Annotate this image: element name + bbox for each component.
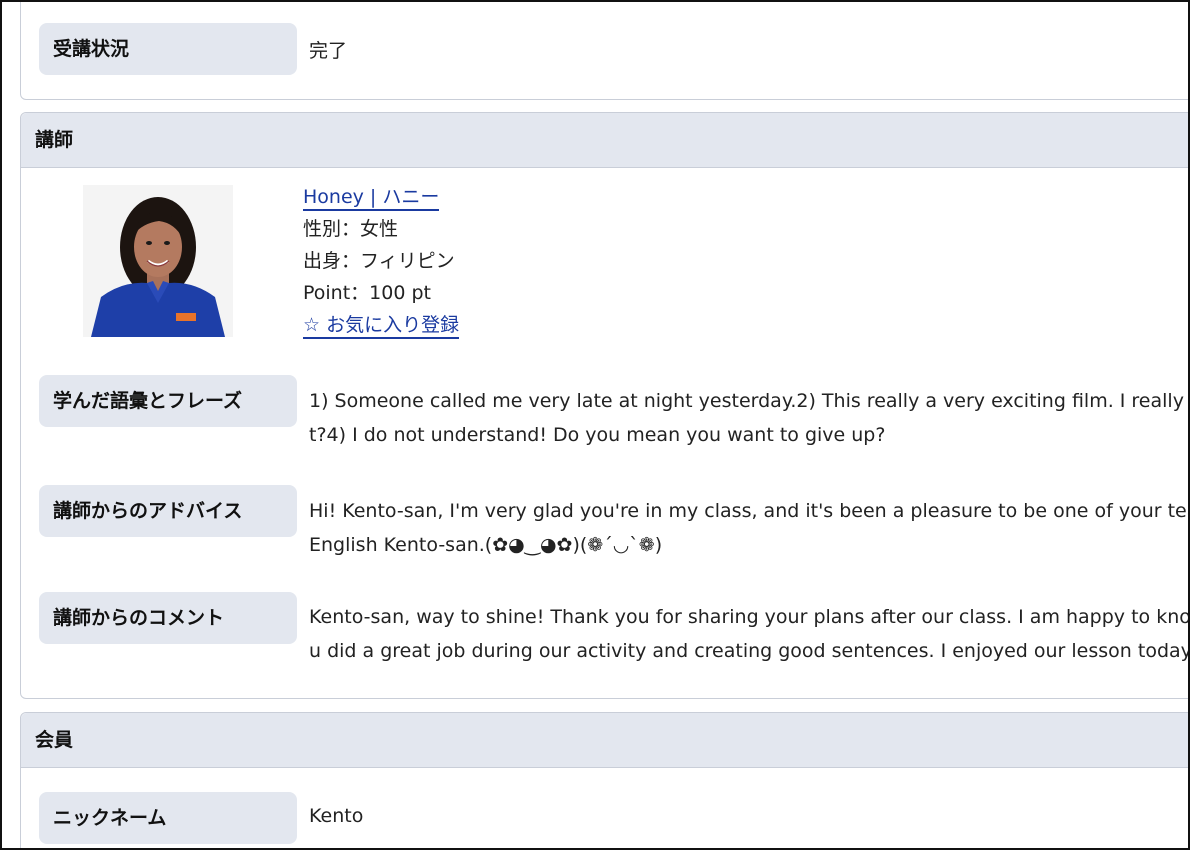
favorite-row: ☆ お気に入り登録	[303, 309, 460, 341]
page-frame: 受講状況 完了 講師 Honey | ハニー 性別：女性 出身：フィリピン Po…	[0, 0, 1190, 850]
teacher-name-row: Honey | ハニー	[303, 181, 459, 213]
advice-line-1: Hi! Kento-san, I'm very glad you're in m…	[309, 500, 1190, 522]
advice-line-2: English Kento-san.(✿◕‿◕✿)(❁´◡`❁)	[309, 534, 663, 556]
comment-value: Kento-san, way to shine! Thank you for s…	[309, 600, 1190, 668]
member-panel: 会員 ニックネーム Kento	[20, 712, 1188, 848]
teacher-info: Honey | ハニー 性別：女性 出身：フィリピン Point：100 pt …	[303, 181, 460, 341]
comment-line-1: Kento-san, way to shine! Thank you for s…	[309, 606, 1190, 628]
teacher-panel: 講師 Honey | ハニー 性別：女性 出身：フィリピン Point：100 …	[20, 112, 1190, 699]
nickname-label: ニックネーム	[39, 792, 297, 844]
member-section-header: 会員	[21, 713, 1188, 768]
advice-label: 講師からのアドバイス	[39, 485, 297, 537]
comment-line-2: u did a great job during our activity an…	[309, 640, 1190, 662]
nickname-value: Kento	[309, 805, 364, 827]
vocab-line-2: t?4) I do not understand! Do you mean yo…	[309, 424, 886, 446]
status-panel: 受講状況 完了	[20, 2, 1188, 100]
teacher-point: Point：100 pt	[303, 282, 431, 304]
vocab-value: 1) Someone called me very late at night …	[309, 384, 1190, 452]
status-label: 受講状況	[39, 23, 297, 75]
vocab-label: 学んだ語彙とフレーズ	[39, 375, 297, 427]
teacher-avatar-image	[83, 185, 233, 337]
status-value: 完了	[309, 40, 348, 62]
favorite-link[interactable]: ☆ お気に入り登録	[303, 314, 460, 339]
teacher-section-header: 講師	[21, 113, 1188, 168]
teacher-name-link[interactable]: Honey | ハニー	[303, 186, 440, 211]
teacher-photo	[83, 185, 233, 337]
vocab-line-1: 1) Someone called me very late at night …	[309, 390, 1190, 412]
teacher-origin: 出身：フィリピン	[303, 250, 455, 272]
teacher-gender: 性別：女性	[303, 218, 399, 240]
comment-label: 講師からのコメント	[39, 592, 297, 644]
advice-value: Hi! Kento-san, I'm very glad you're in m…	[309, 494, 1190, 562]
